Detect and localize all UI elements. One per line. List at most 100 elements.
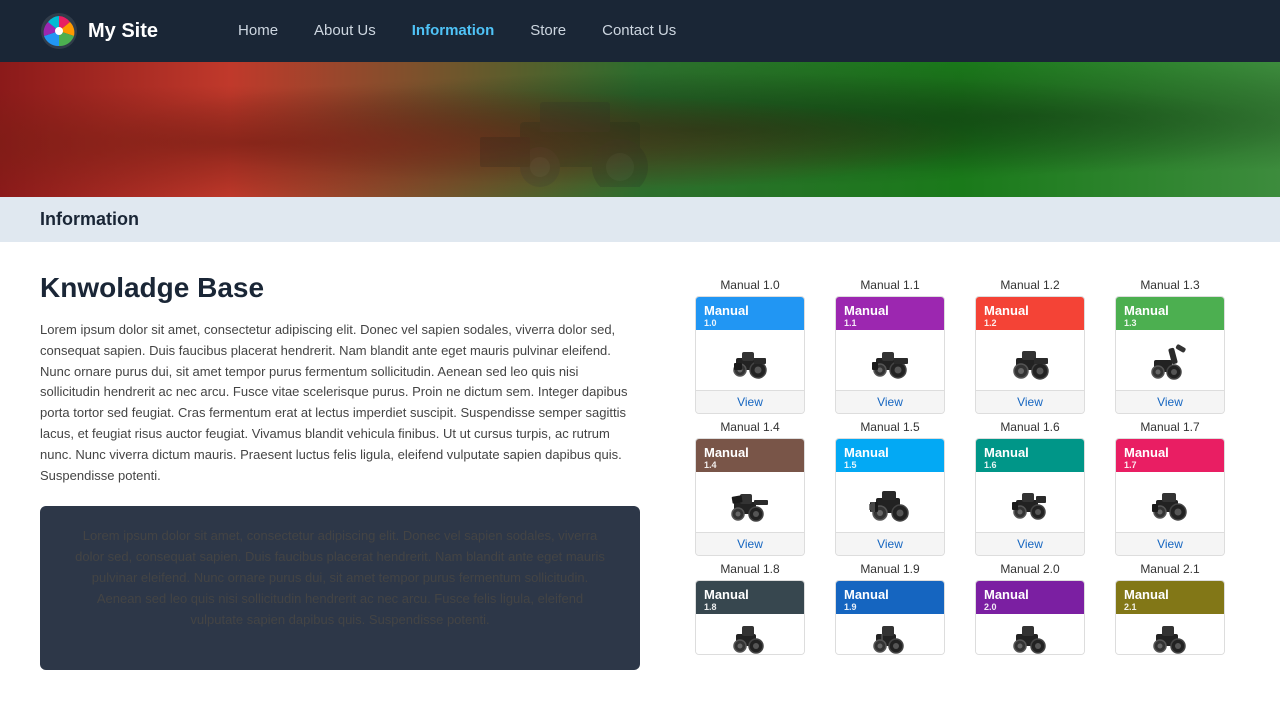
- card-1-2: Manual 1.2 Vie: [975, 296, 1085, 414]
- card-header-1-1: Manual 1.1: [836, 297, 944, 330]
- card-label-2-0: Manual: [704, 445, 796, 460]
- card-view-btn-1-0[interactable]: View: [696, 390, 804, 413]
- card-icon-area-1-3: [1116, 330, 1224, 390]
- card-icon-area-3-1: [836, 614, 944, 654]
- card-header-3-3: Manual 2.1: [1116, 581, 1224, 614]
- card-view-btn-2-3[interactable]: View: [1116, 532, 1224, 555]
- tractor-icon-1-2: [1008, 338, 1052, 382]
- card-header-3-0: Manual 1.8: [696, 581, 804, 614]
- card-header-3-1: Manual 1.9: [836, 581, 944, 614]
- card-2-0: Manual 1.4: [695, 438, 805, 556]
- card-wrapper-1-1: Manual 1.1 Manual 1.1: [820, 272, 960, 414]
- nav-home[interactable]: Home: [238, 22, 278, 39]
- card-sub-3-0: 1.8: [704, 602, 796, 612]
- brand-title: My Site: [88, 20, 158, 43]
- card-1-1: Manual 1.1: [835, 296, 945, 414]
- page-heading: Knwoladge Base: [40, 272, 640, 304]
- site-logo: [40, 12, 78, 50]
- hero-image: [0, 62, 1280, 197]
- card-3-0: Manual 1.8: [695, 580, 805, 655]
- card-header-2-1: Manual 1.5: [836, 439, 944, 472]
- loader-icon-2-0: [728, 480, 772, 524]
- card-title-2-2: Manual 1.6: [1000, 420, 1059, 434]
- cards-row-2: Manual 1.4 Manual 1.4: [680, 414, 1240, 556]
- card-label-2-3: Manual: [1124, 445, 1216, 460]
- card-header-1-0: Manual 1.0: [696, 297, 804, 330]
- card-icon-area-2-2: [976, 472, 1084, 532]
- tractor-icon-1-1: [868, 338, 912, 382]
- card-title-3-3: Manual 2.1: [1140, 562, 1199, 576]
- card-sub-2-2: 1.6: [984, 460, 1076, 470]
- card-sub-1-2: 1.2: [984, 318, 1076, 328]
- card-title-2-0: Manual 1.4: [720, 420, 779, 434]
- hero-decoration: [440, 72, 840, 187]
- card-wrapper-1-3: Manual 1.3 Manual 1.3: [1100, 272, 1240, 414]
- card-sub-1-3: 1.3: [1124, 318, 1216, 328]
- card-2-1: Manual 1.5: [835, 438, 945, 556]
- card-header-1-2: Manual 1.2: [976, 297, 1084, 330]
- card-sub-1-0: 1.0: [704, 318, 796, 328]
- card-header-2-0: Manual 1.4: [696, 439, 804, 472]
- card-label-1-3: Manual: [1124, 303, 1216, 318]
- card-title-1-3: Manual 1.3: [1140, 278, 1199, 292]
- card-label-1-1: Manual: [844, 303, 936, 318]
- card-header-3-2: Manual 2.0: [976, 581, 1084, 614]
- cards-row-1: Manual 1.0 Manual 1.0: [680, 272, 1240, 414]
- brand-link[interactable]: My Site: [40, 12, 158, 50]
- machine-icon-3-2: [1008, 612, 1052, 655]
- nav-information[interactable]: Information: [412, 22, 495, 39]
- nav-contact[interactable]: Contact Us: [602, 22, 676, 39]
- tractor-icon-1-0: [728, 338, 772, 382]
- card-3-1: Manual 1.9: [835, 580, 945, 655]
- body-text: Lorem ipsum dolor sit amet, consectetur …: [40, 320, 640, 486]
- card-label-3-0: Manual: [704, 587, 796, 602]
- card-header-2-3: Manual 1.7: [1116, 439, 1224, 472]
- card-label-3-2: Manual: [984, 587, 1076, 602]
- card-label-2-1: Manual: [844, 445, 936, 460]
- card-view-btn-2-2[interactable]: View: [976, 532, 1084, 555]
- cards-row-3: Manual 1.8 Manual 1.8: [680, 556, 1240, 655]
- card-wrapper-2-0: Manual 1.4 Manual 1.4: [680, 414, 820, 556]
- card-wrapper-2-3: Manual 1.7 Manual 1.7: [1100, 414, 1240, 556]
- card-view-btn-2-0[interactable]: View: [696, 532, 804, 555]
- nav-about[interactable]: About Us: [314, 22, 376, 39]
- machine-icon-3-3: [1148, 612, 1192, 655]
- tractor2-icon-2-3: [1148, 480, 1192, 524]
- card-sub-3-3: 2.1: [1124, 602, 1216, 612]
- card-3-2: Manual 2.0: [975, 580, 1085, 655]
- card-title-1-1: Manual 1.1: [860, 278, 919, 292]
- card-icon-area-2-0: [696, 472, 804, 532]
- card-title-3-0: Manual 1.8: [720, 562, 779, 576]
- card-label-2-2: Manual: [984, 445, 1076, 460]
- quote-text: Lorem ipsum dolor sit amet, consectetur …: [70, 526, 610, 630]
- quote-box: Lorem ipsum dolor sit amet, consectetur …: [40, 506, 640, 670]
- card-icon-area-3-0: [696, 614, 804, 654]
- nav-store[interactable]: Store: [530, 22, 566, 39]
- card-view-btn-1-3[interactable]: View: [1116, 390, 1224, 413]
- card-view-btn-1-1[interactable]: View: [836, 390, 944, 413]
- card-wrapper-3-3: Manual 2.1 Manual 2.1: [1100, 556, 1240, 655]
- card-wrapper-3-1: Manual 1.9 Manual 1.9: [820, 556, 960, 655]
- section-header-bar: Information: [0, 197, 1280, 242]
- card-view-btn-1-2[interactable]: View: [976, 390, 1084, 413]
- card-label-3-1: Manual: [844, 587, 936, 602]
- excavator-icon-1-3: [1148, 338, 1192, 382]
- card-icon-area-1-0: [696, 330, 804, 390]
- card-wrapper-1-0: Manual 1.0 Manual 1.0: [680, 272, 820, 414]
- card-sub-2-0: 1.4: [704, 460, 796, 470]
- card-view-btn-2-1[interactable]: View: [836, 532, 944, 555]
- card-title-3-2: Manual 2.0: [1000, 562, 1059, 576]
- card-icon-area-3-3: [1116, 614, 1224, 654]
- card-title-2-3: Manual 1.7: [1140, 420, 1199, 434]
- machine-icon-3-0: [728, 612, 772, 655]
- card-2-2: Manual 1.6: [975, 438, 1085, 556]
- card-wrapper-2-2: Manual 1.6 Manual 1.6: [960, 414, 1100, 556]
- card-icon-area-2-1: [836, 472, 944, 532]
- card-wrapper-1-2: Manual 1.2 Manual 1.2: [960, 272, 1100, 414]
- card-title-3-1: Manual 1.9: [860, 562, 919, 576]
- card-icon-area-3-2: [976, 614, 1084, 654]
- card-sub-3-1: 1.9: [844, 602, 936, 612]
- card-label-1-0: Manual: [704, 303, 796, 318]
- card-title-1-2: Manual 1.2: [1000, 278, 1059, 292]
- card-1-3: Manual 1.3 Vie: [1115, 296, 1225, 414]
